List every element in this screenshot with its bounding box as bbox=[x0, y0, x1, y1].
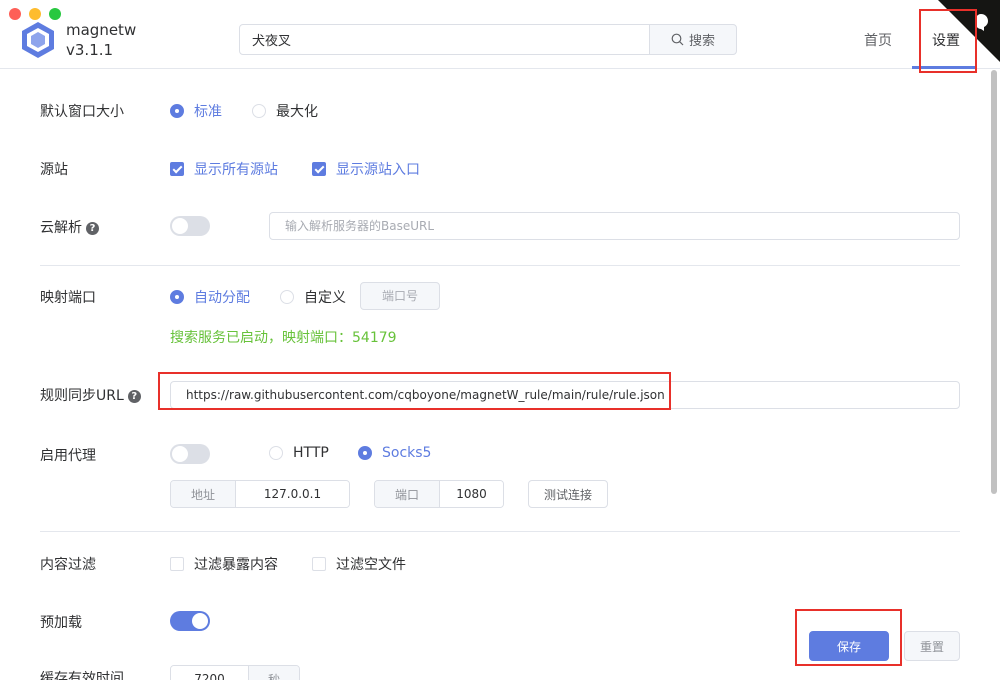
filter-exposed-content-checkbox[interactable]: 过滤暴露内容 bbox=[170, 554, 278, 574]
search-input[interactable] bbox=[239, 24, 650, 55]
source-label: 源站 bbox=[40, 162, 68, 178]
cache-duration-input[interactable] bbox=[171, 666, 248, 680]
checkbox-unchecked-icon bbox=[170, 557, 184, 571]
cache-label: 缓存有效时间 bbox=[40, 671, 124, 680]
option-label: 过滤暴露内容 bbox=[194, 557, 278, 573]
section-divider bbox=[40, 265, 960, 266]
proxy-port-group: 端口 bbox=[374, 480, 504, 508]
preload-toggle[interactable] bbox=[170, 611, 210, 631]
cloud-parse-url-input[interactable] bbox=[269, 212, 960, 240]
proxy-port-input[interactable] bbox=[440, 481, 503, 507]
toggle-knob bbox=[172, 446, 188, 462]
cache-duration-group: 秒 bbox=[170, 665, 300, 680]
port-option-auto[interactable]: 自动分配 bbox=[170, 287, 250, 307]
proxy-address-group: 地址 bbox=[170, 480, 350, 508]
window-maximize-button[interactable] bbox=[49, 8, 61, 20]
rule-url-label: 规则同步URL? bbox=[40, 385, 141, 405]
highlight-box-rule-url bbox=[158, 372, 671, 410]
show-source-entry-checkbox[interactable]: 显示源站入口 bbox=[312, 159, 420, 179]
radio-unchecked-icon bbox=[269, 446, 283, 460]
app-name: magnetw bbox=[66, 21, 137, 39]
radio-unchecked-icon bbox=[252, 104, 266, 118]
proxy-type-http[interactable]: HTTP bbox=[269, 445, 329, 461]
proxy-label: 启用代理 bbox=[40, 448, 96, 464]
search-button-label: 搜索 bbox=[688, 34, 715, 49]
window-size-option-maximize[interactable]: 最大化 bbox=[252, 101, 318, 121]
option-label: 过滤空文件 bbox=[336, 557, 406, 573]
cloud-parse-label-text: 云解析 bbox=[40, 220, 82, 236]
window-size-label: 默认窗口大小 bbox=[40, 104, 124, 120]
radio-checked-icon bbox=[358, 446, 372, 460]
radio-checked-icon bbox=[170, 290, 184, 304]
radio-checked-icon bbox=[170, 104, 184, 118]
rule-url-label-text: 规则同步URL bbox=[40, 388, 124, 404]
radio-unchecked-icon bbox=[280, 290, 294, 304]
window-size-option-standard[interactable]: 标准 bbox=[170, 101, 222, 121]
reset-button[interactable]: 重置 bbox=[904, 631, 960, 661]
window-close-button[interactable] bbox=[9, 8, 21, 20]
test-connection-button[interactable]: 测试连接 bbox=[528, 480, 608, 508]
checkbox-checked-icon bbox=[170, 162, 184, 176]
highlight-box-settings-tab bbox=[919, 9, 977, 73]
custom-port-input[interactable] bbox=[360, 282, 440, 310]
option-label: 最大化 bbox=[276, 104, 318, 120]
highlight-box-save-button bbox=[795, 609, 902, 666]
cloud-parse-label: 云解析? bbox=[40, 217, 99, 237]
app-version: v3.1.1 bbox=[66, 41, 114, 59]
option-label: HTTP bbox=[293, 445, 329, 461]
vertical-scrollbar[interactable] bbox=[991, 70, 997, 494]
preload-label: 预加载 bbox=[40, 615, 82, 631]
help-icon[interactable]: ? bbox=[127, 390, 141, 403]
option-label: 自动分配 bbox=[194, 290, 250, 306]
proxy-port-prepend: 端口 bbox=[375, 481, 440, 507]
proxy-address-prepend: 地址 bbox=[171, 481, 236, 507]
toggle-knob bbox=[192, 613, 208, 629]
nav-home[interactable]: 首页 bbox=[864, 30, 892, 50]
toggle-knob bbox=[172, 218, 188, 234]
app-logo-icon bbox=[22, 22, 54, 58]
cloud-parse-toggle[interactable] bbox=[170, 216, 210, 236]
content-filter-label: 内容过滤 bbox=[40, 557, 96, 573]
window-minimize-button[interactable] bbox=[29, 8, 41, 20]
option-label: 显示所有源站 bbox=[194, 162, 278, 178]
checkbox-checked-icon bbox=[312, 162, 326, 176]
proxy-toggle[interactable] bbox=[170, 444, 210, 464]
port-status-text: 搜索服务已启动，映射端口：54179 bbox=[170, 330, 397, 346]
checkbox-unchecked-icon bbox=[312, 557, 326, 571]
help-icon[interactable]: ? bbox=[86, 222, 99, 235]
port-option-custom[interactable]: 自定义 bbox=[280, 287, 346, 307]
show-all-sources-checkbox[interactable]: 显示所有源站 bbox=[170, 159, 278, 179]
section-divider bbox=[40, 531, 960, 532]
proxy-type-socks5[interactable]: Socks5 bbox=[358, 445, 431, 461]
option-label: 自定义 bbox=[304, 290, 346, 306]
search-button[interactable]: 搜索 bbox=[649, 24, 737, 55]
search-icon bbox=[671, 33, 684, 46]
port-label: 映射端口 bbox=[40, 290, 96, 306]
app-header: magnetw v3.1.1 搜索 首页 设置 bbox=[0, 0, 1000, 69]
option-label: 标准 bbox=[194, 104, 222, 120]
filter-empty-files-checkbox[interactable]: 过滤空文件 bbox=[312, 554, 406, 574]
cache-unit-append: 秒 bbox=[248, 666, 299, 680]
option-label: 显示源站入口 bbox=[336, 162, 420, 178]
option-label: Socks5 bbox=[382, 445, 432, 461]
proxy-address-input[interactable] bbox=[236, 481, 349, 507]
